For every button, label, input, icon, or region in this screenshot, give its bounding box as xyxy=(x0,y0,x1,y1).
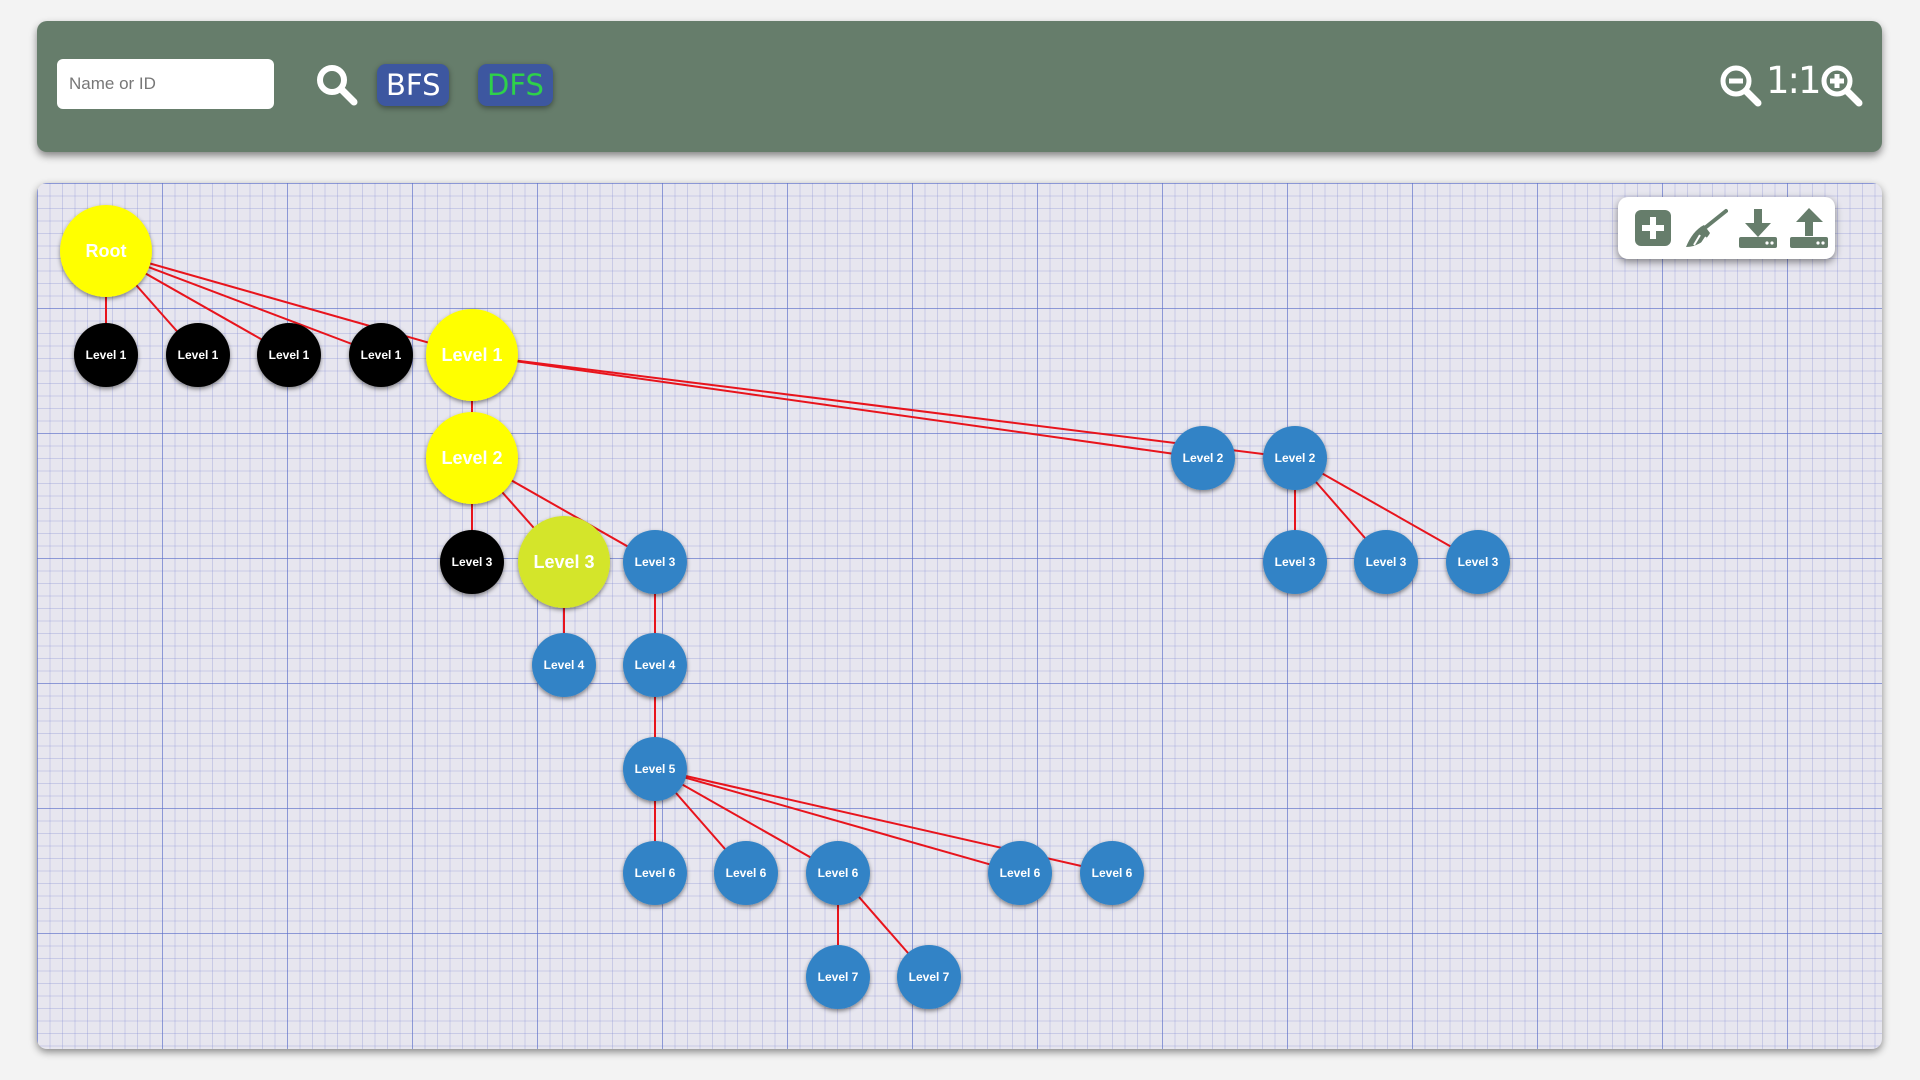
graph-node[interactable]: Level 2 xyxy=(1263,426,1327,490)
zoom-level: 1:1 xyxy=(1766,59,1822,102)
graph-node[interactable]: Level 7 xyxy=(897,945,961,1009)
node-label: Level 4 xyxy=(635,658,676,672)
zoom-out-icon xyxy=(1720,65,1762,107)
node-label: Level 2 xyxy=(1183,451,1224,465)
graph-node[interactable]: Level 2 xyxy=(426,412,518,504)
broom-icon xyxy=(1686,209,1728,247)
node-label: Level 1 xyxy=(178,348,219,362)
node-label: Level 1 xyxy=(86,348,127,362)
graph-node[interactable]: Level 3 xyxy=(1446,530,1510,594)
nodes-layer: Root Level 1 Level 1 Level 1 Level 1 Level 1 L… xyxy=(60,205,1510,1009)
node-label: Level 1 xyxy=(441,345,502,365)
graph-node[interactable]: Level 2 xyxy=(1171,426,1235,490)
node-label: Root xyxy=(86,241,127,261)
download-icon xyxy=(1739,209,1777,248)
node-label: Level 6 xyxy=(726,866,767,880)
node-label: Level 3 xyxy=(1275,555,1316,569)
zoom-in-button[interactable] xyxy=(1819,63,1863,107)
graph-edge xyxy=(471,354,1204,459)
node-label: Level 3 xyxy=(1458,555,1499,569)
add-node-button[interactable] xyxy=(1630,205,1676,251)
graph-node[interactable]: Level 3 xyxy=(518,516,610,608)
graph-node[interactable]: Level 5 xyxy=(623,737,687,801)
graph-node[interactable]: Level 6 xyxy=(988,841,1052,905)
node-label: Level 3 xyxy=(1366,555,1407,569)
graph-edge xyxy=(471,354,1296,459)
graph-node[interactable]: Level 6 xyxy=(806,841,870,905)
graph-node[interactable]: Level 1 xyxy=(257,323,321,387)
node-label: Level 7 xyxy=(909,970,950,984)
upload-button[interactable] xyxy=(1786,205,1832,251)
graph-node[interactable]: Level 4 xyxy=(532,633,596,697)
node-label: Level 6 xyxy=(1092,866,1133,880)
top-toolbar: BFS DFS 1:1 xyxy=(37,21,1882,152)
upload-icon xyxy=(1790,208,1828,248)
canvas-toolbox xyxy=(1618,197,1835,259)
graph-node[interactable]: Root xyxy=(60,205,152,297)
search-button[interactable] xyxy=(315,63,359,107)
graph-svg[interactable]: Root Level 1 Level 1 Level 1 Level 1 Level 1 L… xyxy=(37,183,1882,1049)
graph-node[interactable]: Level 6 xyxy=(1080,841,1144,905)
graph-node[interactable]: Level 1 xyxy=(426,309,518,401)
node-label: Level 4 xyxy=(544,658,585,672)
graph-node[interactable]: Level 3 xyxy=(1263,530,1327,594)
graph-node[interactable]: Level 7 xyxy=(806,945,870,1009)
graph-node[interactable]: Level 1 xyxy=(166,323,230,387)
node-label: Level 3 xyxy=(635,555,676,569)
graph-node[interactable]: Level 3 xyxy=(440,530,504,594)
search-input[interactable] xyxy=(57,59,274,109)
node-label: Level 1 xyxy=(361,348,402,362)
node-label: Level 7 xyxy=(818,970,859,984)
node-label: Level 5 xyxy=(635,762,676,776)
node-label: Level 6 xyxy=(1000,866,1041,880)
graph-node[interactable]: Level 6 xyxy=(714,841,778,905)
node-label: Level 2 xyxy=(1275,451,1316,465)
clear-button[interactable] xyxy=(1682,205,1728,251)
node-label: Level 3 xyxy=(452,555,493,569)
node-label: Level 6 xyxy=(818,866,859,880)
bfs-button[interactable]: BFS xyxy=(377,64,450,106)
search-icon xyxy=(317,65,358,106)
zoom-out-button[interactable] xyxy=(1718,63,1762,107)
node-label: Level 2 xyxy=(441,448,502,468)
graph-node[interactable]: Level 3 xyxy=(1354,530,1418,594)
graph-node[interactable]: Level 1 xyxy=(349,323,413,387)
graph-node[interactable]: Level 4 xyxy=(623,633,687,697)
node-label: Level 6 xyxy=(635,866,676,880)
graph-node[interactable]: Level 3 xyxy=(623,530,687,594)
dfs-button[interactable]: DFS xyxy=(478,64,553,106)
plus-square-icon xyxy=(1635,210,1671,246)
node-label: Level 1 xyxy=(269,348,310,362)
graph-canvas[interactable]: Root Level 1 Level 1 Level 1 Level 1 Level 1 L… xyxy=(37,183,1882,1049)
zoom-in-icon xyxy=(1821,65,1863,107)
download-button[interactable] xyxy=(1735,205,1781,251)
graph-node[interactable]: Level 6 xyxy=(623,841,687,905)
graph-node[interactable]: Level 1 xyxy=(74,323,138,387)
node-label: Level 3 xyxy=(533,552,594,572)
